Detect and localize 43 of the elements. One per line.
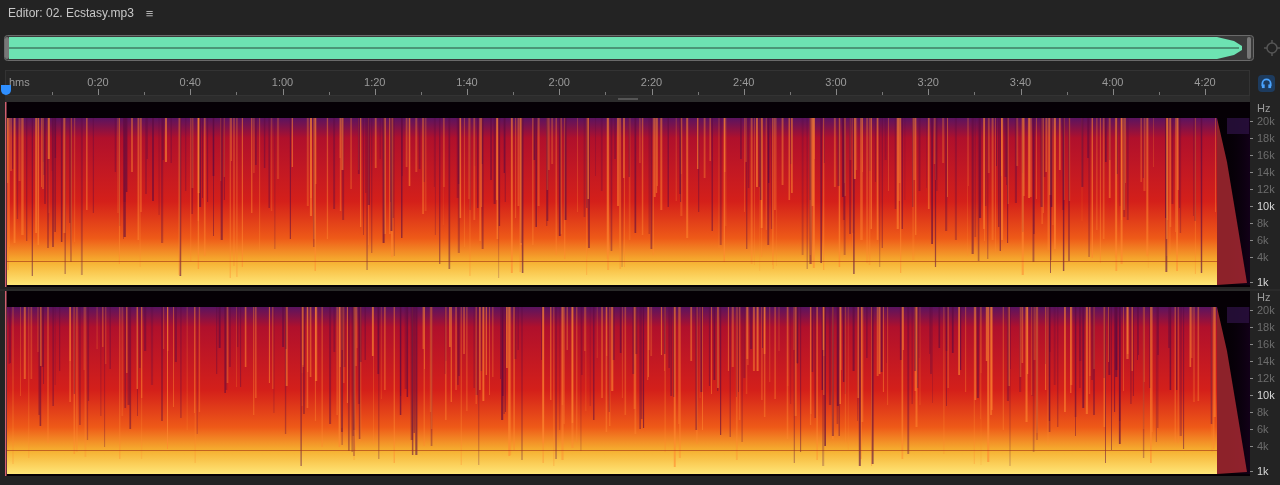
time-label: 1:00	[271, 75, 294, 90]
frequency-label: 20k	[1257, 304, 1275, 316]
waveform-overview[interactable]	[4, 34, 1254, 62]
time-label: 2:00	[548, 75, 570, 90]
frequency-label: 6k	[1257, 234, 1269, 246]
time-label: 3:40	[1009, 75, 1032, 90]
panel-title: Editor: 02. Ecstasy.mp3	[8, 5, 134, 22]
headphones-icon	[1261, 77, 1272, 89]
frequency-label: 8k	[1257, 406, 1269, 418]
headphones-button[interactable]	[1258, 74, 1275, 92]
frequency-label: 10k	[1257, 389, 1275, 401]
panel-menu-button[interactable]: ≡	[145, 6, 154, 20]
time-label: 2:40	[733, 75, 755, 90]
frequency-label: 18k	[1257, 321, 1275, 333]
splitter-handle[interactable]	[5, 96, 1250, 102]
time-label: 1:20	[364, 75, 386, 90]
frequency-label: 10k	[1257, 200, 1275, 212]
frequency-unit-label: Hz	[1257, 292, 1271, 303]
frequency-label: 14k	[1257, 166, 1275, 178]
time-label: 0:40	[179, 75, 201, 90]
time-label: 2:20	[640, 75, 663, 90]
frequency-label: 14k	[1257, 355, 1275, 367]
time-label: 1:40	[456, 75, 478, 90]
time-label: 0:20	[87, 75, 109, 90]
time-label: 3:20	[917, 75, 939, 90]
frequency-label: 6k	[1257, 423, 1269, 435]
frequency-label: 1k	[1257, 465, 1269, 477]
frequency-label: 18k	[1257, 132, 1275, 144]
time-label: 4:00	[1102, 75, 1124, 90]
frequency-label: 20k	[1257, 115, 1275, 127]
frequency-label: 4k	[1257, 440, 1269, 452]
frequency-label: 12k	[1257, 372, 1275, 384]
frequency-label: 16k	[1257, 149, 1275, 161]
frequency-label: 4k	[1257, 251, 1269, 263]
frequency-label: 16k	[1257, 338, 1275, 350]
frequency-label: 8k	[1257, 217, 1269, 229]
time-label: 4:20	[1194, 75, 1216, 90]
time-label: 3:00	[825, 75, 847, 90]
frequency-label: 1k	[1257, 276, 1269, 288]
time-unit-label: hms	[9, 75, 30, 90]
frequency-label: 12k	[1257, 183, 1275, 195]
frequency-unit-label: Hz	[1257, 103, 1271, 114]
playhead-marker[interactable]	[1, 85, 11, 95]
